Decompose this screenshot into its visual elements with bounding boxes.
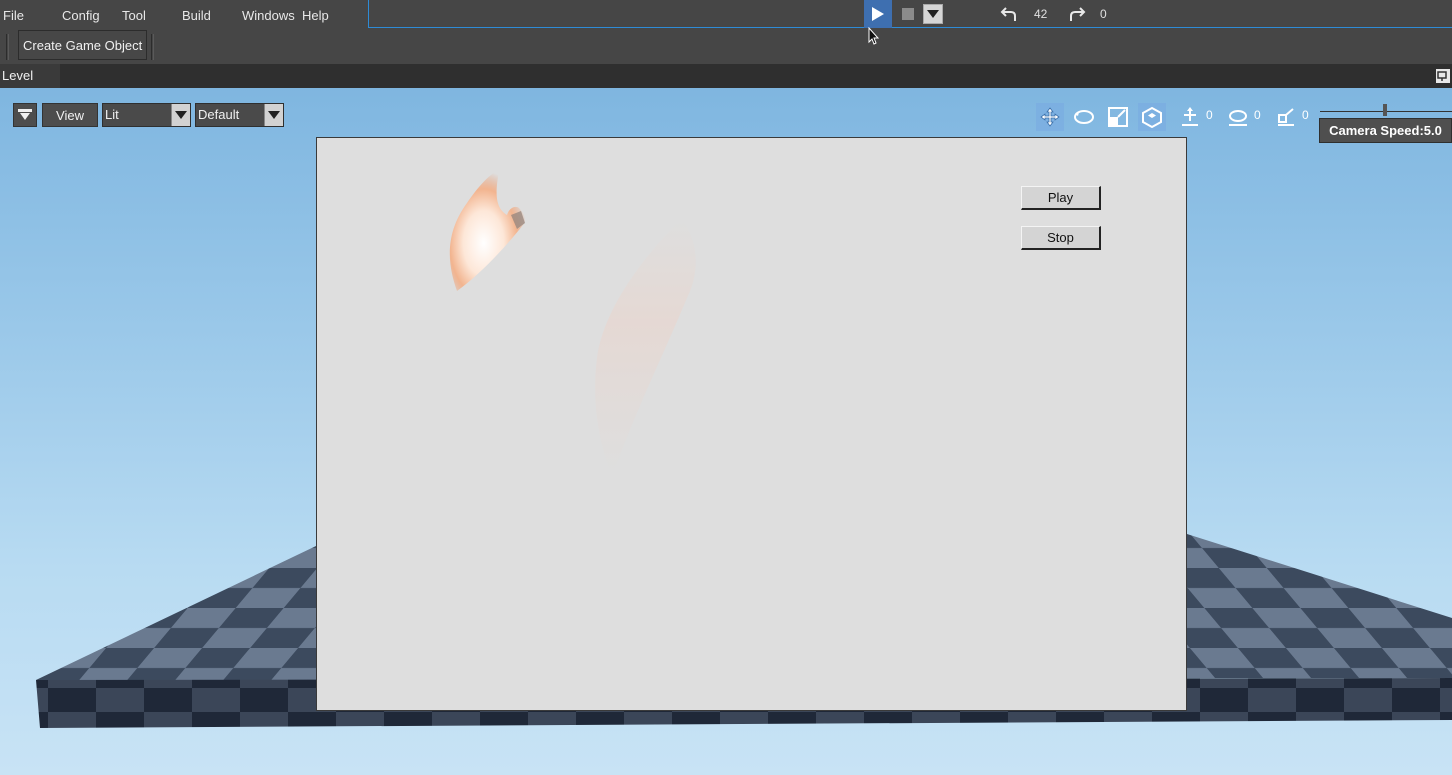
rotate-snap-value: 0 [1254,108,1261,122]
menu-build[interactable]: Build [182,8,211,23]
redo-count: 0 [1100,7,1107,21]
menu-windows[interactable]: Windows [242,8,295,23]
translate-snap-icon [1182,107,1198,126]
menu-bar: File Config Tool Build Windows Help 42 0 [0,0,1452,30]
toolbar-grip[interactable] [6,34,9,60]
mouse-cursor-icon [868,27,880,45]
rotate-tool-button[interactable] [1070,103,1098,131]
pin-icon[interactable] [1436,69,1450,83]
view-menu-button[interactable]: View [42,103,98,127]
redo-icon[interactable] [1068,5,1086,23]
menu-config[interactable]: Config [62,8,100,23]
shading-mode-value: Lit [105,107,119,122]
play-icon [872,7,884,21]
camera-speed-label: Camera Speed:5.0 [1319,118,1452,143]
tab-level[interactable]: Level [0,64,60,88]
menu-help[interactable]: Help [302,8,329,23]
shading-mode-select[interactable]: Lit [102,103,191,127]
move-tool-button[interactable] [1036,103,1064,131]
rotate-snap-button[interactable] [1224,103,1252,131]
local-space-button[interactable] [1138,103,1166,131]
chevron-down-icon [264,104,283,126]
camera-speed-handle[interactable] [1383,104,1387,116]
viewport-menu-button[interactable] [13,103,37,127]
chevron-down-icon [927,10,939,18]
filter-icon [18,109,32,120]
layout-value: Default [198,107,240,122]
game-preview-panel[interactable]: Play Stop [316,137,1187,711]
stop-button[interactable] [902,8,914,20]
rotate-icon [1074,110,1094,124]
flame-particle [449,171,526,291]
scale-tool-button[interactable] [1104,103,1132,131]
move-icon [1040,107,1060,127]
scale-snap-value: 0 [1302,108,1309,122]
chevron-down-icon [171,104,190,126]
menu-tool[interactable]: Tool [122,8,146,23]
cube-icon [1142,106,1162,128]
play-button[interactable] [864,0,892,28]
layout-select[interactable]: Default [195,103,284,127]
panel-tab-bar: Level [0,64,1452,88]
menu-file[interactable]: File [3,8,24,23]
scale-icon [1108,107,1128,127]
toolbar-grip[interactable] [151,34,154,60]
rotate-snap-icon [1229,110,1247,126]
translate-snap-button[interactable] [1176,103,1204,131]
game-play-button[interactable]: Play [1021,186,1101,210]
play-mode-dropdown[interactable] [923,4,943,24]
undo-count: 42 [1034,7,1048,21]
faded-particle-trail [595,218,696,478]
create-game-object-button[interactable]: Create Game Object [18,30,148,60]
undo-icon[interactable] [1000,5,1018,23]
scale-snap-button[interactable] [1272,103,1300,131]
scene-viewport[interactable]: View Lit Default 0 0 0 Camera Speed:5.0 … [0,88,1452,775]
game-stop-button[interactable]: Stop [1021,226,1101,250]
translate-snap-value: 0 [1206,108,1213,122]
toolbar [0,30,1452,64]
scale-snap-icon [1278,108,1294,126]
